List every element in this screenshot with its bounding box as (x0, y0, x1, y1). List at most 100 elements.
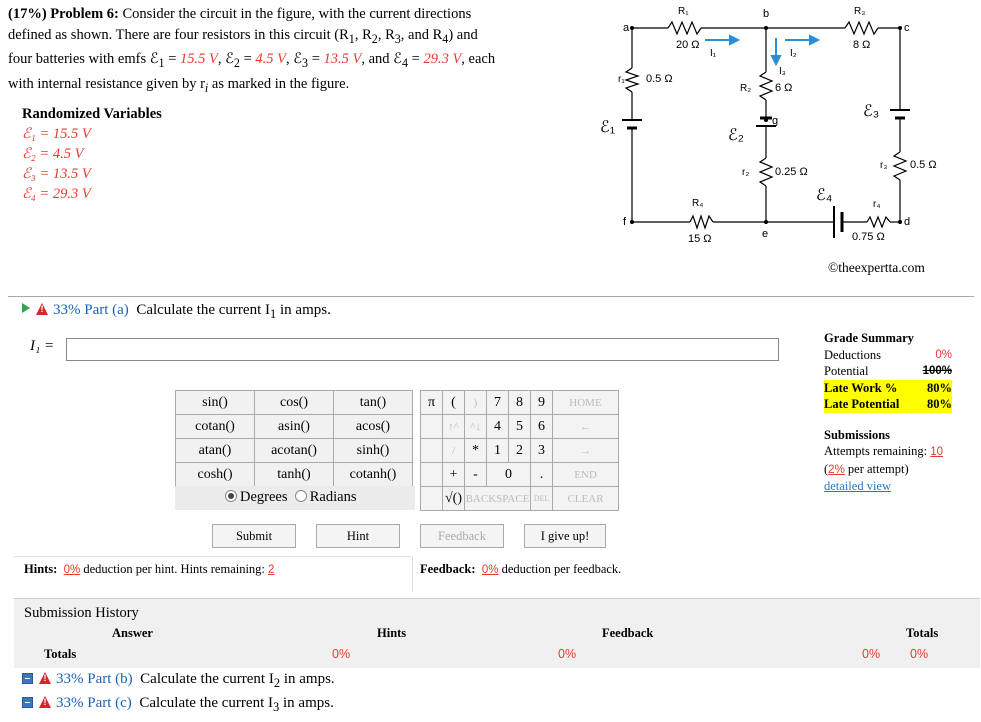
give-up-button[interactable]: I give up! (524, 524, 606, 548)
node-b: b (763, 8, 769, 20)
key-1[interactable]: 1 (486, 438, 509, 463)
label-E1: ℰ₁ (600, 119, 615, 136)
angle-mode: Degrees Radians (175, 486, 415, 510)
expand-icon[interactable] (22, 697, 33, 708)
col-hints: Hints (377, 626, 407, 640)
answer-input[interactable] (66, 338, 779, 361)
circuit-diagram: a b c d e f g R₁ 20 Ω R₃ 8 Ω R₂ 6 Ω R₄ 1… (600, 6, 937, 245)
key-div[interactable]: / (442, 438, 465, 463)
key-minus[interactable]: - (464, 462, 487, 487)
detailed-view-link[interactable]: detailed view (824, 479, 891, 493)
key-0[interactable]: 0 (486, 462, 531, 487)
label-r1: r₁ (618, 74, 625, 85)
label-r2: r₂ (742, 167, 749, 178)
node-g: g (772, 115, 778, 127)
var-e2: ℰ₂ = 4.5 V (22, 146, 84, 162)
key-dot[interactable]: . (530, 462, 553, 487)
key-up[interactable]: ↑^ (442, 414, 465, 439)
key-9[interactable]: 9 (530, 390, 553, 415)
randomized-title: Randomized Variables (22, 106, 162, 122)
key-left[interactable]: ← (552, 414, 619, 439)
warning-icon (39, 672, 52, 684)
part-b-header[interactable]: 33% Part (b) Calculate the current I2 in… (22, 671, 335, 691)
hints-info: Hints: 0% deduction per hint. Hints rema… (24, 562, 275, 576)
key-pi[interactable]: π (420, 390, 443, 415)
label-E3: ℰ₃ (863, 103, 879, 120)
key-end[interactable]: END (552, 462, 619, 487)
key-4[interactable]: 4 (486, 414, 509, 439)
label-R4: R₄ (692, 198, 703, 209)
fn-acotan[interactable]: acotan() (254, 438, 334, 463)
keypad: π ( ) 7 8 9 HOME ↑^ ^↓ 4 5 6 ← / * 1 2 3… (420, 390, 619, 511)
value-r4: 0.75 Ω (852, 231, 885, 243)
key-5[interactable]: 5 (508, 414, 531, 439)
key-8[interactable]: 8 (508, 390, 531, 415)
key-home[interactable]: HOME (552, 390, 619, 415)
fn-sin[interactable]: sin() (175, 390, 255, 415)
feedback-button[interactable]: Feedback (420, 524, 504, 548)
totals-label: Totals (44, 647, 77, 661)
node-f: f (623, 216, 627, 228)
fn-atan[interactable]: atan() (175, 438, 255, 463)
node-c: c (904, 22, 910, 34)
label-E4: ℰ₄ (816, 187, 832, 204)
value-r3: 0.5 Ω (910, 159, 937, 171)
radians-radio[interactable] (294, 490, 307, 502)
problem-statement: (17%) Problem 6: Consider the circuit in… (8, 6, 496, 95)
node-e: e (762, 228, 768, 240)
key-upv[interactable]: ^↓ (464, 414, 487, 439)
warning-icon (39, 696, 52, 708)
col-totals: Totals (906, 626, 939, 640)
var-e1: ℰ₁ = 15.5 V (22, 126, 91, 142)
fn-tanh[interactable]: tanh() (254, 462, 334, 487)
label-r3: r₃ (880, 160, 887, 171)
key-sqrt[interactable]: √() (442, 486, 465, 511)
key-del[interactable]: DEL (530, 486, 553, 511)
key-plus[interactable]: + (442, 462, 465, 487)
value-R1: 20 Ω (676, 39, 700, 51)
submit-button[interactable]: Submit (212, 524, 296, 548)
fn-acos[interactable]: acos() (333, 414, 413, 439)
fn-cosh[interactable]: cosh() (175, 462, 255, 487)
randomized-variables: Randomized Variables ℰ₁ = 15.5 V ℰ₂ = 4.… (22, 104, 162, 204)
value-R3: 8 Ω (853, 39, 870, 51)
value-r2: 0.25 Ω (775, 166, 808, 178)
label-R2: R₂ (740, 83, 751, 94)
key-backspace[interactable]: BACKSPACE (464, 486, 531, 511)
col-feedback: Feedback (602, 626, 654, 640)
key-6[interactable]: 6 (530, 414, 553, 439)
fn-cotanh[interactable]: cotanh() (333, 462, 413, 487)
grade-summary: Grade Summary Deductions 0% Potential 100%… (824, 331, 952, 493)
divider (8, 296, 974, 297)
fn-cotan[interactable]: cotan() (175, 414, 255, 439)
value-r1: 0.5 Ω (646, 73, 673, 85)
value-R2: 6 Ω (775, 82, 792, 94)
hint-button[interactable]: Hint (316, 524, 400, 548)
key-clear[interactable]: CLEAR (552, 486, 619, 511)
total-overall: 0% (910, 647, 929, 661)
fn-tan[interactable]: tan() (333, 390, 413, 415)
key-2[interactable]: 2 (508, 438, 531, 463)
total-feedback: 0% (558, 647, 577, 661)
expand-icon[interactable] (22, 673, 33, 684)
label-E2: ℰ₂ (728, 127, 744, 144)
degrees-radio[interactable] (225, 490, 237, 502)
key-mul[interactable]: * (464, 438, 487, 463)
value-R4: 15 Ω (688, 233, 712, 245)
key-lparen[interactable]: ( (442, 390, 465, 415)
copyright: ©theexpertta.com (828, 260, 925, 275)
total-hints: 0% (332, 647, 351, 661)
part-c-header[interactable]: 33% Part (c) Calculate the current I3 in… (22, 695, 334, 715)
part-a-header[interactable]: 33% Part (a) Calculate the current I1 in… (22, 302, 331, 322)
fn-asin[interactable]: asin() (254, 414, 334, 439)
key-rparen[interactable]: ) (464, 390, 487, 415)
key-3[interactable]: 3 (530, 438, 553, 463)
submission-history-title: Submission History (24, 605, 139, 621)
key-right[interactable]: → (552, 438, 619, 463)
expand-triangle-icon[interactable] (22, 303, 30, 313)
fn-sinh[interactable]: sinh() (333, 438, 413, 463)
fn-cos[interactable]: cos() (254, 390, 334, 415)
key-7[interactable]: 7 (486, 390, 509, 415)
var-e4: ℰ₄ = 29.3 V (22, 186, 91, 202)
label-r4: r₄ (873, 199, 880, 210)
